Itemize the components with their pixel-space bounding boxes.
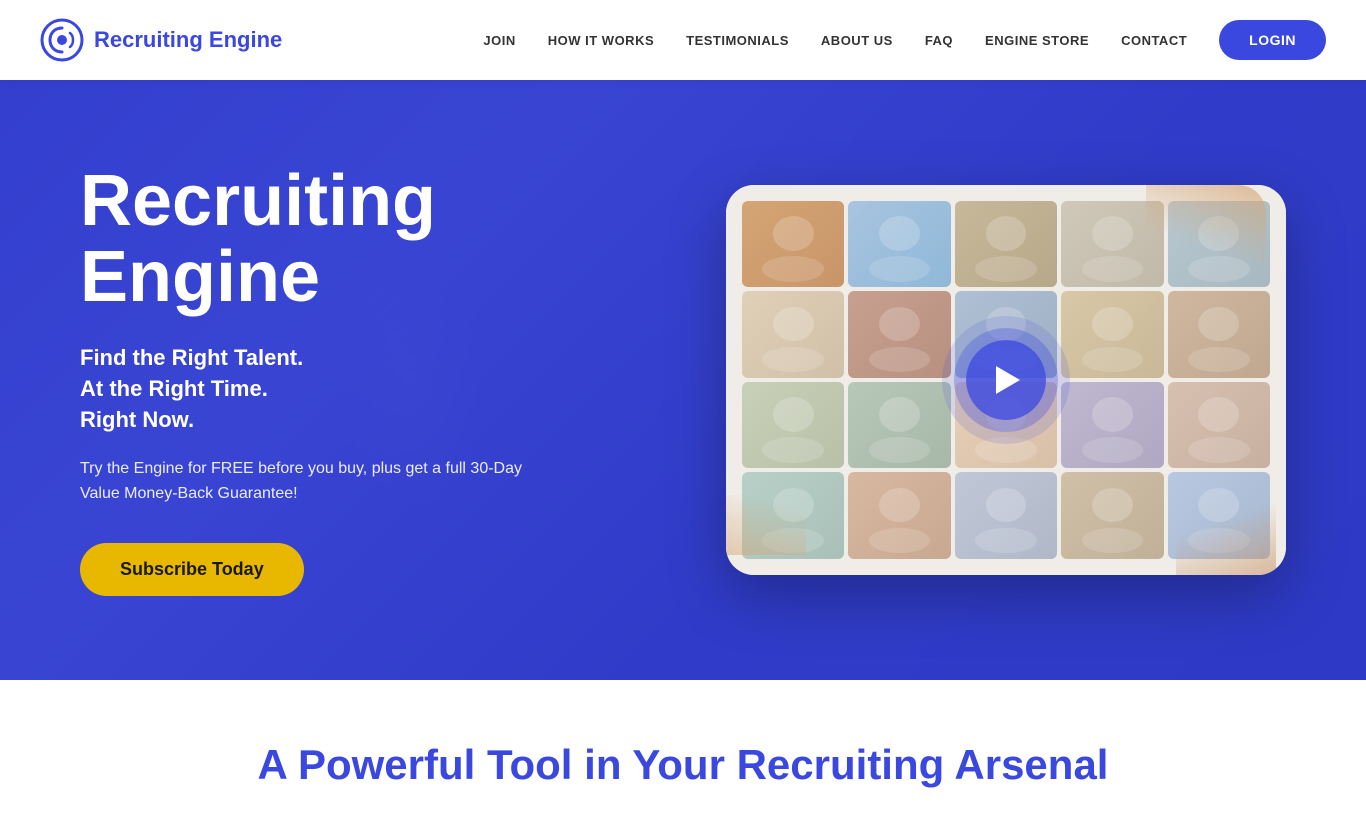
nav-faq[interactable]: FAQ: [925, 33, 953, 48]
nav-about-us[interactable]: ABOUT US: [821, 33, 893, 48]
photo-cell: [848, 291, 950, 378]
hero-section: Recruiting Engine Find the Right Talent.…: [0, 80, 1366, 680]
login-button[interactable]: LOGIN: [1219, 20, 1326, 60]
hero-left: Recruiting Engine Find the Right Talent.…: [80, 164, 560, 596]
nav-engine-store[interactable]: ENGINE STORE: [985, 33, 1089, 48]
hero-subtitle: Find the Right Talent. At the Right Time…: [80, 343, 560, 435]
photo-cell: [1168, 472, 1270, 559]
play-button[interactable]: [966, 340, 1046, 420]
bottom-title: A Powerful Tool in Your Recruiting Arsen…: [80, 740, 1286, 790]
play-icon: [996, 366, 1020, 394]
photo-cell: [955, 201, 1057, 288]
main-nav: JOIN HOW IT WORKS TESTIMONIALS ABOUT US …: [483, 20, 1326, 60]
photo-cell: [742, 291, 844, 378]
photo-cell: [1061, 291, 1163, 378]
photo-cell: [955, 472, 1057, 559]
header: Recruiting Engine JOIN HOW IT WORKS TEST…: [0, 0, 1366, 80]
photo-cell: [1168, 201, 1270, 288]
photo-cell: [848, 201, 950, 288]
nav-how-it-works[interactable]: HOW IT WORKS: [548, 33, 654, 48]
photo-cell: [742, 382, 844, 469]
photo-cell: [742, 472, 844, 559]
nav-testimonials[interactable]: TESTIMONIALS: [686, 33, 789, 48]
photo-cell: [1168, 291, 1270, 378]
logo-icon: [40, 18, 84, 62]
nav-join[interactable]: JOIN: [483, 33, 515, 48]
hero-right: [726, 185, 1286, 575]
bottom-section: A Powerful Tool in Your Recruiting Arsen…: [0, 680, 1366, 830]
nav-contact[interactable]: CONTACT: [1121, 33, 1187, 48]
hero-description: Try the Engine for FREE before you buy, …: [80, 456, 560, 507]
play-overlay[interactable]: [966, 340, 1046, 420]
logo[interactable]: Recruiting Engine: [40, 18, 282, 62]
photo-cell: [1168, 382, 1270, 469]
subscribe-button[interactable]: Subscribe Today: [80, 543, 304, 596]
photo-cell: [1061, 472, 1163, 559]
photo-cell: [848, 472, 950, 559]
photo-cell: [742, 201, 844, 288]
video-card[interactable]: [726, 185, 1286, 575]
logo-text: Recruiting Engine: [94, 27, 282, 53]
hero-content: Recruiting Engine Find the Right Talent.…: [0, 164, 1366, 596]
photo-cell: [848, 382, 950, 469]
photo-cell: [1061, 201, 1163, 288]
photo-cell: [1061, 382, 1163, 469]
hero-title: Recruiting Engine: [80, 164, 560, 315]
